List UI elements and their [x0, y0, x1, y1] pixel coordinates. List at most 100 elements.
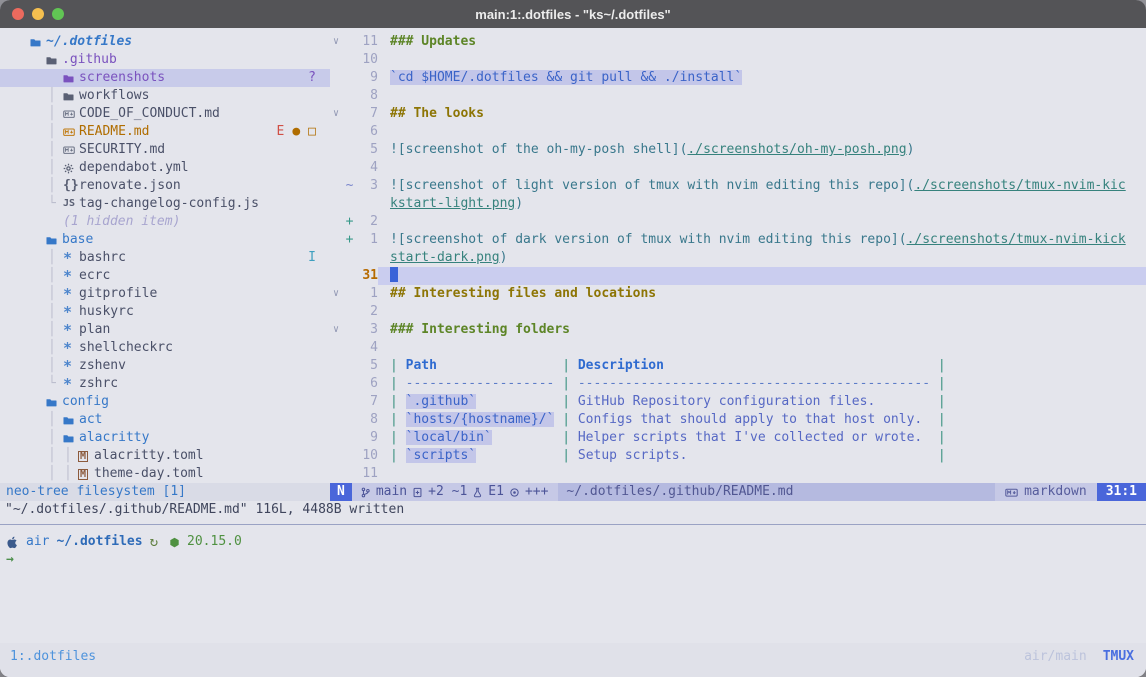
- line-text[interactable]: ![screenshot of dark version of tmux wit…: [378, 231, 1146, 249]
- tree-item--dotfiles[interactable]: ~/.dotfiles: [0, 33, 330, 51]
- text-segment: `cd $HOME/.dotfiles && git pull && ./ins…: [390, 70, 742, 85]
- editor-buffer[interactable]: ∨11### Updates109`cd $HOME/.dotfiles && …: [330, 33, 1146, 483]
- tree-item-workflows[interactable]: │workflows: [0, 87, 330, 105]
- editor-line[interactable]: ∨7## The looks: [330, 105, 1146, 123]
- git-sign: [343, 195, 356, 213]
- tree-item-renovate-json[interactable]: │{}renovate.json: [0, 177, 330, 195]
- line-text[interactable]: ## Interesting files and locations: [378, 285, 1146, 303]
- editor-line[interactable]: 10| `scripts` | Setup scripts. |: [330, 447, 1146, 465]
- tree-item-zshrc[interactable]: └*zshrc: [0, 375, 330, 393]
- node-version: 20.15.0: [187, 533, 242, 551]
- editor-line[interactable]: +2: [330, 213, 1146, 231]
- tree-item-zshenv[interactable]: │*zshenv: [0, 357, 330, 375]
- editor-line[interactable]: 8: [330, 87, 1146, 105]
- editor-line[interactable]: kstart-light.png): [330, 195, 1146, 213]
- line-text[interactable]: | `hosts/{hostname}/` | Configs that sho…: [378, 411, 1146, 429]
- tree-item-screenshots[interactable]: screenshots?: [0, 69, 330, 87]
- line-text[interactable]: [378, 267, 1146, 285]
- text-segment: |: [930, 430, 946, 445]
- text-segment: Path: [406, 358, 555, 373]
- tree-item-code-of-conduct-md[interactable]: │CODE_OF_CONDUCT.md: [0, 105, 330, 123]
- line-text[interactable]: `cd $HOME/.dotfiles && git pull && ./ins…: [378, 69, 1146, 87]
- tree-item-readme-md[interactable]: │README.mdE●□: [0, 123, 330, 141]
- tree-guide: │: [48, 465, 56, 483]
- line-text[interactable]: ### Interesting folders: [378, 321, 1146, 339]
- tree-item-label: tag-changelog-config.js: [79, 195, 259, 213]
- editor-line[interactable]: 8| `hosts/{hostname}/` | Configs that sh…: [330, 411, 1146, 429]
- line-text[interactable]: ## The looks: [378, 105, 1146, 123]
- tree-item-tag-changelog-config-js[interactable]: └JStag-changelog-config.js: [0, 195, 330, 213]
- line-text[interactable]: | `scripts` | Setup scripts. |: [378, 447, 1146, 465]
- line-text[interactable]: [378, 213, 1146, 231]
- tree-item-label: renovate.json: [79, 177, 181, 195]
- line-text[interactable]: [378, 123, 1146, 141]
- line-text[interactable]: | `local/bin` | Helper scripts that I've…: [378, 429, 1146, 447]
- editor-line[interactable]: 2: [330, 303, 1146, 321]
- tree-item-config[interactable]: config: [0, 393, 330, 411]
- editor-line[interactable]: 4: [330, 339, 1146, 357]
- editor-line[interactable]: 9| `local/bin` | Helper scripts that I'v…: [330, 429, 1146, 447]
- editor-line[interactable]: ∨3### Interesting folders: [330, 321, 1146, 339]
- tree-item--1-hidden-item-[interactable]: (1 hidden item): [0, 213, 330, 231]
- editor-line[interactable]: ∨11### Updates: [330, 33, 1146, 51]
- editor-line[interactable]: 9`cd $HOME/.dotfiles && git pull && ./in…: [330, 69, 1146, 87]
- line-text[interactable]: kstart-light.png): [378, 195, 1146, 213]
- prompt-hostname: air: [26, 533, 49, 551]
- editor-line[interactable]: 10: [330, 51, 1146, 69]
- editor-line[interactable]: 31: [330, 267, 1146, 285]
- tree-item-theme-day-toml[interactable]: ││Mtheme-day.toml: [0, 465, 330, 483]
- line-number: 2: [356, 303, 378, 321]
- editor-line[interactable]: 5| Path | Description |: [330, 357, 1146, 375]
- line-text[interactable]: ![screenshot of light version of tmux wi…: [378, 177, 1146, 195]
- line-text[interactable]: [378, 303, 1146, 321]
- line-text[interactable]: start-dark.png): [378, 249, 1146, 267]
- line-text[interactable]: | ------------------- | ----------------…: [378, 375, 1146, 393]
- tree-item-label: huskyrc: [79, 303, 134, 321]
- line-text[interactable]: [378, 87, 1146, 105]
- editor-line[interactable]: start-dark.png): [330, 249, 1146, 267]
- editor-line[interactable]: 7| `.github` | GitHub Repository configu…: [330, 393, 1146, 411]
- fold-arrow-icon[interactable]: ∨: [330, 321, 343, 339]
- tree-item-plan[interactable]: │*plan: [0, 321, 330, 339]
- text-segment: ## Interesting files and locations: [390, 286, 656, 301]
- line-text[interactable]: [378, 465, 1146, 483]
- line-text[interactable]: | `.github` | GitHub Repository configur…: [378, 393, 1146, 411]
- line-text[interactable]: [378, 51, 1146, 69]
- editor-line[interactable]: 6| ------------------- | ---------------…: [330, 375, 1146, 393]
- markdown-file-icon: [63, 141, 75, 159]
- tree-item-shellcheckrc[interactable]: │*shellcheckrc: [0, 339, 330, 357]
- fold-arrow-icon[interactable]: ∨: [330, 33, 343, 51]
- editor-line[interactable]: 4: [330, 159, 1146, 177]
- tmux-pane-divider[interactable]: [0, 524, 1146, 525]
- editor-line[interactable]: ~3![screenshot of light version of tmux …: [330, 177, 1146, 195]
- line-text[interactable]: ### Updates: [378, 33, 1146, 51]
- asterisk-icon: *: [63, 249, 72, 267]
- tree-item-act[interactable]: │act: [0, 411, 330, 429]
- tree-item-base[interactable]: base: [0, 231, 330, 249]
- line-text[interactable]: | Path | Description |: [378, 357, 1146, 375]
- fold-arrow-icon[interactable]: ∨: [330, 105, 343, 123]
- tree-guide: │: [64, 447, 72, 465]
- markdown-file-icon: [63, 123, 75, 141]
- fold-arrow-icon[interactable]: ∨: [330, 285, 343, 303]
- editor-line[interactable]: +1![screenshot of dark version of tmux w…: [330, 231, 1146, 249]
- line-text[interactable]: [378, 339, 1146, 357]
- tree-item-huskyrc[interactable]: │*huskyrc: [0, 303, 330, 321]
- tmux-session-name[interactable]: air/main: [1024, 649, 1087, 677]
- tree-item-gitprofile[interactable]: │*gitprofile: [0, 285, 330, 303]
- tree-item-alacritty[interactable]: │alacritty: [0, 429, 330, 447]
- editor-line[interactable]: 6: [330, 123, 1146, 141]
- tree-item--github[interactable]: .github: [0, 51, 330, 69]
- editor-line[interactable]: 11: [330, 465, 1146, 483]
- tmux-window-tab[interactable]: 1:.dotfiles: [10, 649, 96, 677]
- prompt-arrow[interactable]: →: [0, 551, 14, 569]
- editor-line[interactable]: 5![screenshot of the oh-my-posh shell](.…: [330, 141, 1146, 159]
- tree-item-dependabot-yml[interactable]: │dependabot.yml: [0, 159, 330, 177]
- tree-item-ecrc[interactable]: │*ecrc: [0, 267, 330, 285]
- tree-item-bashrc[interactable]: │*bashrcI: [0, 249, 330, 267]
- line-text[interactable]: [378, 159, 1146, 177]
- line-text[interactable]: ![screenshot of the oh-my-posh shell](./…: [378, 141, 1146, 159]
- tree-item-security-md[interactable]: │SECURITY.md: [0, 141, 330, 159]
- editor-line[interactable]: ∨1## Interesting files and locations: [330, 285, 1146, 303]
- tree-item-alacritty-toml[interactable]: ││Malacritty.toml: [0, 447, 330, 465]
